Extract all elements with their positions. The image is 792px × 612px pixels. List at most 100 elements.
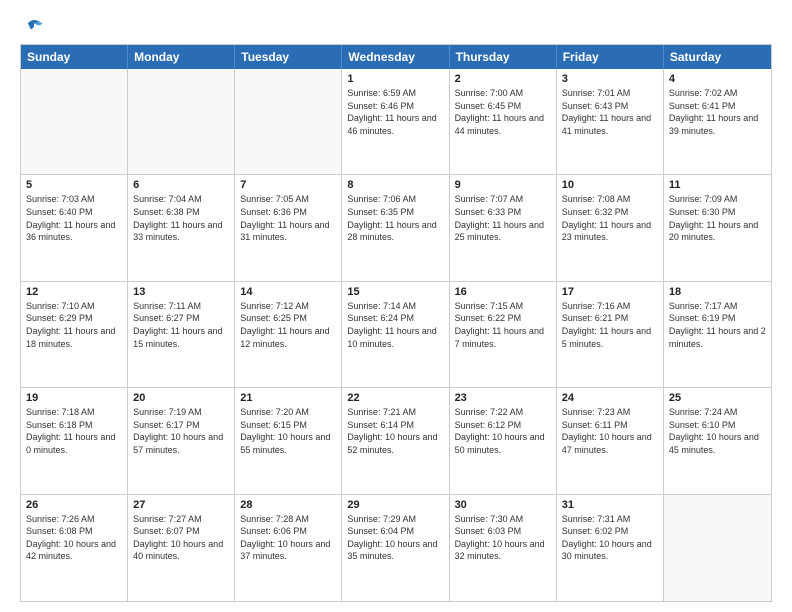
- calendar-cell: 29Sunrise: 7:29 AM Sunset: 6:04 PM Dayli…: [342, 495, 449, 601]
- calendar-cell: 7 Sunrise: 7:05 AM Sunset: 6:36 PM Daylig…: [235, 175, 342, 280]
- page: Sunday Monday Tuesday Wednesday Thursday…: [0, 0, 792, 612]
- calendar-cell: 14 Sunrise: 7:12 AM Sunset: 6:25 PM Dayli…: [235, 282, 342, 387]
- cell-info: Sunrise: 7:00 AM Sunset: 6:45 PM Dayligh…: [455, 87, 551, 137]
- cell-date: 25: [669, 392, 766, 404]
- cell-date: 29: [347, 499, 443, 511]
- cell-date: 1: [347, 73, 443, 85]
- cell-date: 8: [347, 179, 443, 191]
- cell-date: 3: [562, 73, 658, 85]
- header-friday: Friday: [557, 45, 664, 69]
- cell-info: Sunrise: 7:07 AM Sunset: 6:33 PM Dayligh…: [455, 193, 551, 243]
- calendar-cell: 4 Sunrise: 7:02 AM Sunset: 6:41 PM Daylig…: [664, 69, 771, 174]
- calendar-body: 1 Sunrise: 6:59 AM Sunset: 6:46 PM Daylig…: [21, 69, 771, 601]
- calendar-week-5: 26Sunrise: 7:26 AM Sunset: 6:08 PM Dayli…: [21, 495, 771, 601]
- cell-date: 15: [347, 286, 443, 298]
- cell-info: Sunrise: 7:08 AM Sunset: 6:32 PM Dayligh…: [562, 193, 658, 243]
- calendar-cell: 1 Sunrise: 6:59 AM Sunset: 6:46 PM Daylig…: [342, 69, 449, 174]
- calendar-cell: 11 Sunrise: 7:09 AM Sunset: 6:30 PM Dayli…: [664, 175, 771, 280]
- header-saturday: Saturday: [664, 45, 771, 69]
- cell-info: Sunrise: 7:04 AM Sunset: 6:38 PM Dayligh…: [133, 193, 229, 243]
- header-sunday: Sunday: [21, 45, 128, 69]
- calendar-week-1: 1 Sunrise: 6:59 AM Sunset: 6:46 PM Daylig…: [21, 69, 771, 175]
- day-headers: Sunday Monday Tuesday Wednesday Thursday…: [21, 45, 771, 69]
- calendar-cell: 28 Sunrise: 7:28 AM Sunset: 6:06 PM Dayli…: [235, 495, 342, 601]
- calendar-cell: 31Sunrise: 7:31 AM Sunset: 6:02 PM Dayli…: [557, 495, 664, 601]
- calendar-cell: 16Sunrise: 7:15 AM Sunset: 6:22 PM Dayli…: [450, 282, 557, 387]
- calendar-cell: 22 Sunrise: 7:21 AM Sunset: 6:14 PM Dayli…: [342, 388, 449, 493]
- cell-info: Sunrise: 7:24 AM Sunset: 6:10 PM Dayligh…: [669, 406, 766, 456]
- cell-info: Sunrise: 7:09 AM Sunset: 6:30 PM Dayligh…: [669, 193, 766, 243]
- header-wednesday: Wednesday: [342, 45, 449, 69]
- cell-date: 9: [455, 179, 551, 191]
- cell-date: 27: [133, 499, 229, 511]
- cell-date: 28: [240, 499, 336, 511]
- calendar-cell: 15Sunrise: 7:14 AM Sunset: 6:24 PM Dayli…: [342, 282, 449, 387]
- cell-info: Sunrise: 7:11 AM Sunset: 6:27 PM Dayligh…: [133, 300, 229, 350]
- cell-date: 10: [562, 179, 658, 191]
- cell-info: Sunrise: 7:02 AM Sunset: 6:41 PM Dayligh…: [669, 87, 766, 137]
- calendar-cell: 5 Sunrise: 7:03 AM Sunset: 6:40 PM Daylig…: [21, 175, 128, 280]
- cell-info: Sunrise: 7:26 AM Sunset: 6:08 PM Dayligh…: [26, 513, 122, 563]
- cell-date: 5: [26, 179, 122, 191]
- calendar-cell: [21, 69, 128, 174]
- header: [20, 16, 772, 38]
- cell-info: Sunrise: 7:21 AM Sunset: 6:14 PM Dayligh…: [347, 406, 443, 456]
- cell-info: Sunrise: 7:20 AM Sunset: 6:15 PM Dayligh…: [240, 406, 336, 456]
- cell-info: Sunrise: 6:59 AM Sunset: 6:46 PM Dayligh…: [347, 87, 443, 137]
- cell-info: Sunrise: 7:18 AM Sunset: 6:18 PM Dayligh…: [26, 406, 122, 456]
- calendar-cell: 18Sunrise: 7:17 AM Sunset: 6:19 PM Dayli…: [664, 282, 771, 387]
- cell-date: 12: [26, 286, 122, 298]
- logo-bird-icon: [22, 16, 44, 38]
- cell-date: 2: [455, 73, 551, 85]
- cell-date: 21: [240, 392, 336, 404]
- cell-info: Sunrise: 7:16 AM Sunset: 6:21 PM Dayligh…: [562, 300, 658, 350]
- cell-info: Sunrise: 7:23 AM Sunset: 6:11 PM Dayligh…: [562, 406, 658, 456]
- calendar-cell: 2 Sunrise: 7:00 AM Sunset: 6:45 PM Daylig…: [450, 69, 557, 174]
- calendar-cell: 25 Sunrise: 7:24 AM Sunset: 6:10 PM Dayli…: [664, 388, 771, 493]
- cell-date: 7: [240, 179, 336, 191]
- calendar-week-2: 5 Sunrise: 7:03 AM Sunset: 6:40 PM Daylig…: [21, 175, 771, 281]
- cell-date: 17: [562, 286, 658, 298]
- calendar-cell: 3 Sunrise: 7:01 AM Sunset: 6:43 PM Daylig…: [557, 69, 664, 174]
- cell-info: Sunrise: 7:30 AM Sunset: 6:03 PM Dayligh…: [455, 513, 551, 563]
- calendar-cell: 21 Sunrise: 7:20 AM Sunset: 6:15 PM Dayli…: [235, 388, 342, 493]
- cell-date: 31: [562, 499, 658, 511]
- cell-info: Sunrise: 7:12 AM Sunset: 6:25 PM Dayligh…: [240, 300, 336, 350]
- calendar-week-3: 12 Sunrise: 7:10 AM Sunset: 6:29 PM Dayli…: [21, 282, 771, 388]
- cell-date: 4: [669, 73, 766, 85]
- calendar-cell: 30Sunrise: 7:30 AM Sunset: 6:03 PM Dayli…: [450, 495, 557, 601]
- calendar-cell: 6 Sunrise: 7:04 AM Sunset: 6:38 PM Daylig…: [128, 175, 235, 280]
- calendar-cell: 12 Sunrise: 7:10 AM Sunset: 6:29 PM Dayli…: [21, 282, 128, 387]
- cell-date: 19: [26, 392, 122, 404]
- cell-date: 14: [240, 286, 336, 298]
- header-thursday: Thursday: [450, 45, 557, 69]
- calendar-cell: [128, 69, 235, 174]
- cell-date: 16: [455, 286, 551, 298]
- cell-info: Sunrise: 7:28 AM Sunset: 6:06 PM Dayligh…: [240, 513, 336, 563]
- cell-date: 6: [133, 179, 229, 191]
- calendar-cell: 23Sunrise: 7:22 AM Sunset: 6:12 PM Dayli…: [450, 388, 557, 493]
- cell-info: Sunrise: 7:03 AM Sunset: 6:40 PM Dayligh…: [26, 193, 122, 243]
- calendar-cell: 27Sunrise: 7:27 AM Sunset: 6:07 PM Dayli…: [128, 495, 235, 601]
- logo: [20, 16, 44, 38]
- calendar-cell: 8 Sunrise: 7:06 AM Sunset: 6:35 PM Daylig…: [342, 175, 449, 280]
- calendar: Sunday Monday Tuesday Wednesday Thursday…: [20, 44, 772, 602]
- cell-info: Sunrise: 7:01 AM Sunset: 6:43 PM Dayligh…: [562, 87, 658, 137]
- cell-date: 13: [133, 286, 229, 298]
- cell-info: Sunrise: 7:19 AM Sunset: 6:17 PM Dayligh…: [133, 406, 229, 456]
- cell-info: Sunrise: 7:10 AM Sunset: 6:29 PM Dayligh…: [26, 300, 122, 350]
- calendar-cell: 13 Sunrise: 7:11 AM Sunset: 6:27 PM Dayli…: [128, 282, 235, 387]
- calendar-cell: 26Sunrise: 7:26 AM Sunset: 6:08 PM Dayli…: [21, 495, 128, 601]
- cell-date: 23: [455, 392, 551, 404]
- cell-date: 11: [669, 179, 766, 191]
- cell-date: 20: [133, 392, 229, 404]
- header-tuesday: Tuesday: [235, 45, 342, 69]
- cell-date: 22: [347, 392, 443, 404]
- cell-info: Sunrise: 7:05 AM Sunset: 6:36 PM Dayligh…: [240, 193, 336, 243]
- header-monday: Monday: [128, 45, 235, 69]
- calendar-cell: 24Sunrise: 7:23 AM Sunset: 6:11 PM Dayli…: [557, 388, 664, 493]
- cell-info: Sunrise: 7:06 AM Sunset: 6:35 PM Dayligh…: [347, 193, 443, 243]
- calendar-cell: [664, 495, 771, 601]
- calendar-cell: 19 Sunrise: 7:18 AM Sunset: 6:18 PM Dayli…: [21, 388, 128, 493]
- calendar-cell: [235, 69, 342, 174]
